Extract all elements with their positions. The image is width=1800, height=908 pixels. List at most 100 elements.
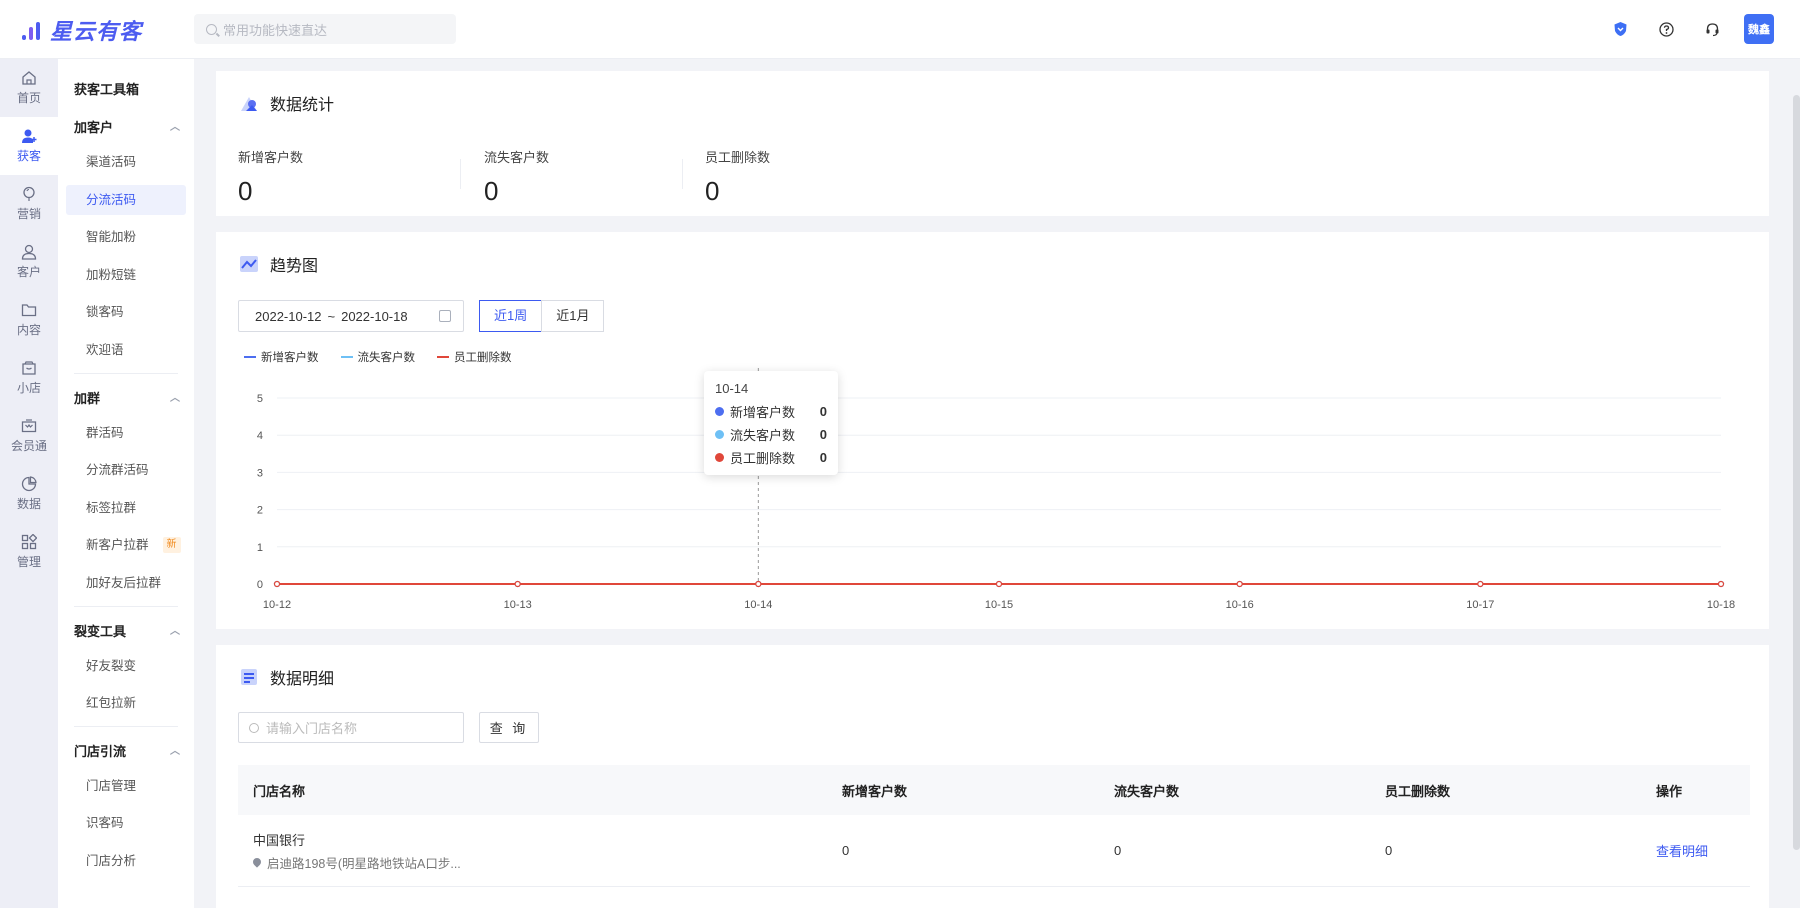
subnav-item-new-customer-group[interactable]: 新客户拉群新 — [66, 530, 186, 560]
store-search-placeholder: 请输入门店名称 — [266, 721, 358, 736]
subnav-item[interactable]: 渠道活码 — [66, 147, 186, 177]
stats-card-title: 数据统计 — [238, 91, 334, 115]
rail-item-member[interactable]: 会员通 — [0, 407, 58, 465]
global-search-input[interactable]: 常用功能快速直达 — [194, 14, 456, 44]
chevron-up-icon: ︿ — [170, 122, 180, 133]
stats-icon — [241, 97, 257, 111]
trend-chart[interactable]: 0 1 2 3 4 5 10-12 10-13 10-14 10-15 10-16 10-17 10-1… — [216, 232, 1769, 629]
logo-text: 星云有客 — [50, 19, 143, 44]
shop-icon — [22, 361, 36, 375]
subnav-item[interactable]: 加粉短链 — [66, 260, 186, 290]
subnav-item[interactable]: 门店分析 — [66, 846, 186, 876]
tooltip-row: 流失客户数 0 — [715, 423, 827, 446]
subnav-item[interactable]: 标签拉群 — [66, 493, 186, 523]
top-bar: 星云有客 常用功能快速直达 魏鑫 — [0, 0, 1800, 59]
rail-item-manage[interactable]: 管理 — [0, 523, 58, 581]
column-header: 员工删除数 — [1385, 783, 1451, 799]
store-address: 启迪路198号(明星路地铁站A口步... — [251, 853, 842, 872]
store-search-input[interactable]: 请输入门店名称 — [238, 712, 464, 743]
subnav-item[interactable]: 识客码 — [66, 808, 186, 838]
subnav-item[interactable]: 锁客码 — [66, 297, 186, 327]
x-tick-label: 10-13 — [504, 599, 532, 611]
divider — [460, 159, 461, 189]
details-table: 门店名称 新增客户数 流失客户数 员工删除数 操作 中国银行 启迪路198号(明… — [238, 765, 1750, 887]
rail-item-content[interactable]: 内容 — [0, 291, 58, 349]
global-search-placeholder: 常用功能快速直达 — [223, 22, 328, 38]
subnav-item[interactable]: 欢迎语 — [66, 335, 186, 365]
view-details-link[interactable]: 查看明细 — [1656, 841, 1750, 860]
subnav-item[interactable]: 分流群活码 — [66, 455, 186, 485]
rail-label: 内容 — [16, 323, 41, 337]
member-icon — [21, 419, 37, 433]
series-dot — [715, 430, 724, 439]
cell-new: 0 — [842, 843, 850, 858]
subnav-section-fission[interactable]: 裂变工具 ︿ — [58, 613, 194, 651]
divider — [74, 605, 178, 607]
store-cell: 中国银行 启迪路198号(明星路地铁站A口步... — [238, 830, 842, 872]
user-avatar[interactable]: 魏鑫 — [1744, 14, 1774, 44]
search-icon — [206, 23, 217, 35]
cell-lost: 0 — [1114, 843, 1122, 858]
chevron-up-icon: ︿ — [170, 625, 180, 637]
x-tick-label: 10-17 — [1466, 599, 1494, 611]
chevron-up-icon: ︿ — [170, 392, 180, 404]
shield-badge-icon[interactable] — [1612, 21, 1628, 37]
data-point — [995, 580, 1003, 588]
logo[interactable]: 星云有客 — [20, 14, 142, 46]
table-header: 门店名称 新增客户数 流失客户数 员工删除数 操作 — [238, 765, 1750, 815]
scrollbar[interactable] — [1793, 95, 1800, 850]
rail-item-home[interactable]: 首页 — [0, 59, 58, 117]
subnav-item[interactable]: 好友裂变 — [66, 651, 186, 681]
rail-item-shop[interactable]: 小店 — [0, 349, 58, 407]
subnav-item[interactable]: 门店管理 — [66, 771, 186, 801]
subnav-item[interactable]: 智能加粉 — [66, 222, 186, 252]
data-point — [1236, 580, 1243, 588]
rail-item-marketing[interactable]: 营销 — [0, 175, 58, 233]
y-tick-label: 1 — [257, 542, 263, 554]
rail-label: 管理 — [16, 555, 41, 569]
rail-item-acquire[interactable]: 获客 — [0, 117, 58, 175]
divider — [74, 372, 178, 374]
stats-card: 数据统计 新增客户数 0 流失客户数 0 员工删除数 0 — [216, 71, 1769, 216]
x-tick-label: 10-18 — [1707, 599, 1735, 611]
x-tick-label: 10-16 — [1226, 599, 1254, 611]
stat-new-customers: 新增客户数 0 — [238, 147, 303, 207]
column-header: 门店名称 — [253, 783, 306, 799]
chart-tooltip: 10-14 新增客户数 0 流失客户数 0 员工删除数 0 — [704, 371, 838, 475]
data-point — [273, 580, 281, 588]
subnav-item[interactable]: 加好友后拉群 — [66, 568, 186, 598]
details-icon — [241, 669, 257, 685]
y-tick-label: 5 — [257, 393, 263, 405]
x-tick-label: 10-12 — [263, 599, 291, 611]
divider — [682, 159, 683, 189]
rail-item-data[interactable]: 数据 — [0, 465, 58, 523]
help-icon[interactable] — [1658, 21, 1674, 37]
subnav-item-active[interactable]: 分流活码 — [66, 184, 186, 215]
customer-service-icon[interactable] — [1704, 21, 1720, 37]
secondary-nav: 获客工具箱 加客户 ︿ 渠道活码 分流活码 智能加粉 加粉短链 锁客码 欢迎语 加… — [58, 59, 194, 908]
query-button[interactable]: 查 询 — [479, 712, 539, 743]
rail-item-customer[interactable]: 客户 — [0, 233, 58, 291]
logo-mark-icon — [20, 17, 46, 43]
primary-nav-rail: 首页 获客 营销 客户 内容 小店 会员通 数据 管理 — [0, 59, 58, 908]
stat-value: 0 — [705, 176, 720, 206]
subnav-item[interactable]: 红包拉新 — [66, 688, 186, 718]
y-tick-label: 4 — [257, 430, 263, 442]
column-header: 新增客户数 — [842, 783, 908, 799]
y-tick-label: 0 — [257, 579, 263, 591]
subnav-section-add-customer[interactable]: 加客户 ︿ — [58, 109, 194, 147]
data-point — [755, 580, 762, 588]
subnav-item[interactable]: 群活码 — [66, 418, 186, 448]
chevron-up-icon: ︿ — [170, 745, 180, 757]
tooltip-row: 新增客户数 0 — [715, 400, 827, 423]
rail-label: 首页 — [16, 91, 41, 105]
pie-icon — [21, 476, 37, 492]
rail-label: 营销 — [16, 207, 41, 221]
subnav-section-group[interactable]: 加群 ︿ — [58, 380, 194, 418]
column-header: 操作 — [1656, 783, 1683, 799]
subnav-section-store[interactable]: 门店引流 ︿ — [58, 733, 194, 771]
grid-icon — [21, 534, 37, 550]
home-icon — [22, 71, 36, 85]
trend-card: 趋势图 2022-10-12 ~ 2022-10-18 近1周 近1月 新增客户… — [216, 232, 1769, 629]
data-point — [514, 580, 521, 588]
